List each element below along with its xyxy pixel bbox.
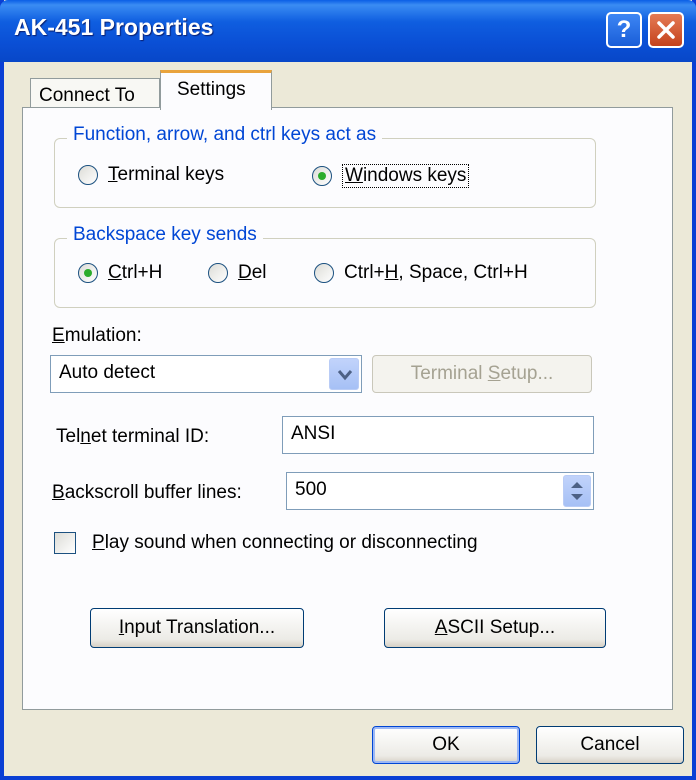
radio-label: Windows keys	[342, 164, 470, 188]
radio-button[interactable]	[312, 166, 332, 186]
dropdown-button[interactable]	[329, 358, 359, 390]
emulation-dropdown[interactable]: Auto detect	[50, 355, 362, 393]
radio-del[interactable]: Del	[208, 262, 267, 284]
backscroll-field[interactable]: 500	[286, 472, 594, 510]
radio-label: Terminal keys	[108, 164, 225, 185]
telnet-id-field[interactable]: ANSI	[282, 416, 594, 454]
spinner-icon	[571, 482, 583, 500]
title-bar[interactable]: AK-451 Properties ?	[0, 0, 696, 62]
terminal-setup-button[interactable]: Terminal Setup...	[372, 355, 592, 393]
spinner-button[interactable]	[563, 475, 591, 507]
tab-connect-to[interactable]: Connect To	[30, 78, 160, 108]
radio-label: Ctrl+H, Space, Ctrl+H	[344, 262, 528, 283]
chevron-down-icon	[337, 370, 353, 381]
telnet-id-label: Telnet terminal ID:	[56, 426, 210, 447]
window-title: AK-451 Properties	[14, 14, 214, 40]
help-icon: ?	[616, 16, 632, 43]
help-button[interactable]: ?	[606, 12, 642, 48]
backscroll-label: Backscroll buffer lines:	[52, 482, 242, 503]
ok-button[interactable]: OK	[372, 726, 520, 764]
radio-label: Ctrl+H	[108, 262, 163, 283]
group-legend: Function, arrow, and ctrl keys act as	[67, 124, 383, 146]
radio-button[interactable]	[208, 263, 228, 283]
tab-label: Connect To	[39, 85, 135, 106]
group-legend: Backspace key sends	[67, 224, 263, 246]
ascii-setup-button[interactable]: ASCII Setup...	[384, 608, 606, 648]
radio-button[interactable]	[78, 165, 98, 185]
play-sound-checkbox[interactable]	[54, 532, 76, 554]
emulation-value: Auto detect	[59, 362, 156, 383]
radio-terminal-keys[interactable]: Terminal keys	[78, 164, 224, 186]
radio-button[interactable]	[78, 263, 98, 283]
play-sound-label: Play sound when connecting or disconnect…	[92, 532, 478, 553]
backscroll-value: 500	[295, 479, 327, 500]
radio-ctrl-h[interactable]: Ctrl+H	[78, 262, 162, 284]
cancel-button[interactable]: Cancel	[536, 726, 684, 764]
radio-button[interactable]	[314, 263, 334, 283]
close-button[interactable]	[648, 12, 684, 48]
radio-ctrl-h-space[interactable]: Ctrl+H, Space, Ctrl+H	[314, 262, 528, 284]
close-icon	[657, 21, 675, 39]
input-translation-button[interactable]: Input Translation...	[90, 608, 304, 648]
tab-label: Settings	[177, 79, 246, 100]
radio-label: Del	[238, 262, 267, 283]
radio-windows-keys[interactable]: Windows keys	[312, 164, 470, 188]
emulation-label: Emulation:	[52, 325, 142, 346]
tab-settings[interactable]: Settings	[160, 70, 272, 110]
